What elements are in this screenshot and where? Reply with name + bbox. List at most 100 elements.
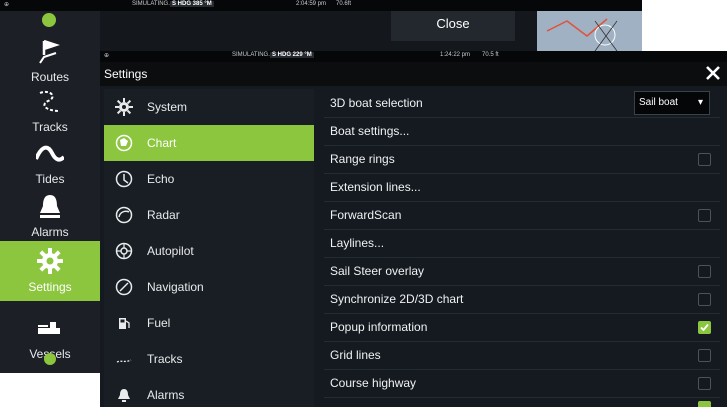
option-label: Range rings <box>330 152 395 166</box>
nav-label-settings: Settings <box>28 280 72 294</box>
depth-readout: 70.5 ft <box>482 52 499 58</box>
page-title: Settings <box>104 67 148 81</box>
option-grid-lines[interactable]: Grid lines <box>324 341 720 370</box>
tracks-icon <box>39 91 61 112</box>
category-autopilot[interactable]: Autopilot <box>104 233 314 269</box>
option-course-highway[interactable]: Course highway <box>324 369 720 398</box>
chart-options-list: 3D boat selection Sail boat ▾ Boat setti… <box>324 89 720 407</box>
close-button[interactable]: Close <box>391 11 515 41</box>
option-synchronize-2d-3d[interactable]: Synchronize 2D/3D chart <box>324 285 720 314</box>
option-label: Course highway <box>330 376 417 390</box>
map-image <box>537 11 642 56</box>
grid-lines-checkbox[interactable] <box>698 349 711 362</box>
autopilot-icon <box>115 242 133 260</box>
gear-icon <box>37 248 63 274</box>
category-navigation[interactable]: Navigation <box>104 269 314 305</box>
select-value: Sail boat <box>639 97 678 108</box>
boat-type-select[interactable]: Sail boat ▾ <box>634 91 710 115</box>
globe-icon: ⊕ <box>104 53 110 59</box>
nav-item-partial[interactable] <box>40 11 60 27</box>
popup-information-checkbox[interactable] <box>698 321 711 334</box>
category-label: Chart <box>147 136 177 150</box>
alarm-bell-icon <box>40 195 60 218</box>
category-label: Navigation <box>147 280 204 294</box>
radar-icon <box>115 206 133 224</box>
echo-icon <box>115 170 133 188</box>
globe-icon: ⊕ <box>4 2 10 8</box>
routes-icon <box>39 39 60 64</box>
settings-header: Settings <box>100 62 727 86</box>
option-label: Laylines... <box>330 236 385 250</box>
option-label: Synchronize 2D/3D chart <box>330 292 464 306</box>
status-bar: ⊕ SIMULATING... S HDG 385 °M 2:04:59 pm … <box>0 0 642 11</box>
synchronize-checkbox[interactable] <box>698 293 711 306</box>
category-alarms[interactable]: Alarms <box>104 377 314 407</box>
option-label: Sail Steer overlay <box>330 264 425 278</box>
category-echo[interactable]: Echo <box>104 161 314 197</box>
option-range-rings[interactable]: Range rings <box>324 145 720 174</box>
option-forwardscan[interactable]: ForwardScan <box>324 201 720 230</box>
checkmark-icon <box>700 323 709 332</box>
category-system[interactable]: System <box>104 89 314 125</box>
option-laylines[interactable]: Laylines... <box>324 229 720 258</box>
option-label: Popup information <box>330 320 428 334</box>
option-label: Boat settings... <box>330 124 410 138</box>
category-label: Alarms <box>147 388 185 402</box>
category-label: Autopilot <box>147 244 194 258</box>
nav-item-tides[interactable]: Tides <box>0 133 100 193</box>
chart-icon <box>115 134 133 152</box>
vessels-icon <box>38 322 60 334</box>
time-readout: 1:24:22 pm <box>440 52 471 58</box>
category-list: System Chart Echo Radar Autopilot Naviga… <box>104 89 314 407</box>
category-label: Tracks <box>147 352 183 366</box>
settings-status-bar: ⊕ SIMULATING... S HDG 229 °M 1:24:22 pm … <box>100 51 727 62</box>
sail-steer-overlay-checkbox[interactable] <box>698 265 711 278</box>
option-extension-lines[interactable]: Extension lines... <box>324 173 720 202</box>
category-label: Radar <box>147 208 180 222</box>
heading-readout: S HDG 385 °M <box>170 1 214 7</box>
alarm-bell-icon <box>118 389 130 402</box>
nav-label-tracks: Tracks <box>32 120 68 134</box>
option-label: ForwardScan <box>330 208 402 222</box>
option-label: 3D boat selection <box>330 96 423 110</box>
gear-icon <box>115 98 133 116</box>
close-icon[interactable] <box>705 65 721 81</box>
option-3d-boat-selection: 3D boat selection Sail boat ▾ <box>324 89 720 118</box>
time-readout: 2:04:59 pm <box>296 1 327 7</box>
category-radar[interactable]: Radar <box>104 197 314 233</box>
nav-label-tides: Tides <box>35 172 65 186</box>
range-rings-checkbox[interactable] <box>698 153 711 166</box>
side-nav: Routes Tracks Tides Alarms Settings <box>0 11 100 373</box>
option-popup-information[interactable]: Popup information <box>324 313 720 342</box>
forwardscan-checkbox[interactable] <box>698 209 711 222</box>
partial-checkbox[interactable] <box>698 401 711 407</box>
option-label: Grid lines <box>330 348 381 362</box>
nav-label-alarms: Alarms <box>31 225 69 239</box>
tracks-icon <box>116 359 132 363</box>
category-chart[interactable]: Chart <box>104 125 314 161</box>
simulating-label: SIMULATING... <box>232 52 274 58</box>
category-tracks[interactable]: Tracks <box>104 341 314 377</box>
category-fuel[interactable]: Fuel <box>104 305 314 341</box>
course-highway-checkbox[interactable] <box>698 377 711 390</box>
option-partial-next[interactable] <box>324 397 720 407</box>
map-thumbnail <box>537 11 642 56</box>
scroll-indicator[interactable] <box>44 353 56 365</box>
nav-item-alarms[interactable]: Alarms <box>0 186 100 246</box>
nav-item-tracks[interactable]: Tracks <box>0 81 100 141</box>
settings-dialog: ⊕ SIMULATING... S HDG 229 °M 1:24:22 pm … <box>100 51 727 407</box>
option-label: Extension lines... <box>330 180 421 194</box>
simulating-label: SIMULATING... <box>132 1 174 7</box>
depth-readout: 70.6ft <box>336 1 352 7</box>
navigation-icon <box>115 278 133 296</box>
option-boat-settings[interactable]: Boat settings... <box>324 117 720 146</box>
category-label: System <box>147 100 188 114</box>
heading-readout: S HDG 229 °M <box>270 52 314 58</box>
waypoint-icon <box>42 13 56 27</box>
category-label: Fuel <box>147 316 171 330</box>
nav-item-settings[interactable]: Settings <box>0 241 100 301</box>
fuel-icon <box>119 318 130 329</box>
option-sail-steer-overlay[interactable]: Sail Steer overlay <box>324 257 720 286</box>
category-label: Echo <box>147 172 175 186</box>
dropdown-arrow-icon: ▾ <box>697 97 703 108</box>
